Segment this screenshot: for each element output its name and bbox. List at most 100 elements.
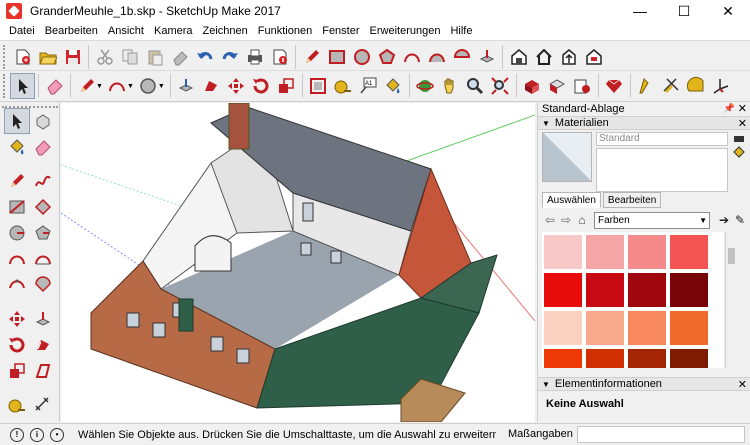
color-swatch[interactable] bbox=[544, 235, 582, 269]
geo-location-icon[interactable]: ! bbox=[10, 427, 24, 442]
orbit-tool-button[interactable] bbox=[413, 73, 438, 99]
paste-button[interactable] bbox=[142, 44, 167, 70]
warehouse-button[interactable] bbox=[506, 44, 531, 70]
color-swatch[interactable] bbox=[544, 349, 582, 368]
material-preview[interactable] bbox=[542, 132, 592, 182]
rotate-tool-button[interactable] bbox=[249, 73, 274, 99]
protractor-tool-button[interactable] bbox=[684, 73, 709, 99]
home-icon[interactable]: ⌂ bbox=[574, 213, 590, 227]
eraser-tool-button[interactable] bbox=[42, 73, 67, 99]
rectangle-tool-button[interactable] bbox=[324, 44, 349, 70]
offset-tool-button[interactable] bbox=[306, 73, 331, 99]
menu-datei[interactable]: Datei bbox=[4, 22, 40, 40]
collapse-triangle-icon[interactable]: ▼ bbox=[542, 380, 550, 389]
circle-tool-button[interactable] bbox=[349, 44, 374, 70]
minimize-button[interactable]: — bbox=[618, 0, 662, 22]
save-button[interactable] bbox=[60, 44, 85, 70]
model-info-button[interactable] bbox=[267, 44, 292, 70]
move-tool-button[interactable] bbox=[4, 306, 30, 332]
color-swatch[interactable] bbox=[628, 349, 666, 368]
push-pull-tool-button[interactable] bbox=[174, 73, 199, 99]
pan-tool-button[interactable] bbox=[438, 73, 463, 99]
menu-bearbeiten[interactable]: Bearbeiten bbox=[40, 22, 103, 40]
paint-bucket-tool-button[interactable] bbox=[381, 73, 406, 99]
scale-tool-button[interactable] bbox=[4, 358, 30, 384]
rectangle-tool-button[interactable] bbox=[4, 194, 30, 220]
pin-icon[interactable]: 📌 bbox=[724, 103, 735, 114]
color-swatch[interactable] bbox=[670, 235, 708, 269]
pie-tool-button[interactable] bbox=[30, 272, 56, 298]
warehouse-share-button[interactable] bbox=[531, 44, 556, 70]
menu-ansicht[interactable]: Ansicht bbox=[103, 22, 149, 40]
measurements-input[interactable] bbox=[577, 426, 745, 443]
menu-hilfe[interactable]: Hilfe bbox=[445, 22, 477, 40]
eraser-tool-button[interactable] bbox=[30, 134, 56, 160]
circle-tool-button[interactable] bbox=[4, 220, 30, 246]
sample-paint-icon[interactable]: ✎ bbox=[732, 213, 748, 227]
line-tool-button[interactable] bbox=[4, 168, 30, 194]
toolbar-grip[interactable] bbox=[3, 74, 7, 98]
menu-kamera[interactable]: Kamera bbox=[149, 22, 198, 40]
extension-manager-button[interactable] bbox=[545, 73, 570, 99]
scrollbar-thumb[interactable] bbox=[728, 248, 735, 264]
close-materials-button[interactable]: ✕ bbox=[738, 117, 747, 130]
axes-tool-button[interactable] bbox=[709, 73, 734, 99]
text-tool-button[interactable]: A1 bbox=[356, 73, 381, 99]
color-swatch[interactable] bbox=[628, 311, 666, 345]
material-name-field[interactable]: Standard bbox=[596, 132, 728, 146]
tape-measure-tool-button[interactable] bbox=[331, 73, 356, 99]
line-tool-button-2[interactable] bbox=[74, 73, 99, 99]
close-button[interactable]: ✕ bbox=[706, 0, 750, 22]
color-swatch[interactable] bbox=[670, 311, 708, 345]
arc-3pt-tool-button[interactable] bbox=[4, 272, 30, 298]
component-share-button[interactable] bbox=[556, 44, 581, 70]
library-select[interactable]: Farben ▼ bbox=[594, 211, 710, 229]
select-tool-button[interactable] bbox=[10, 73, 35, 99]
position-camera-button[interactable] bbox=[634, 73, 659, 99]
collapse-triangle-icon[interactable]: ▼ bbox=[542, 119, 550, 128]
maximize-button[interactable]: ☐ bbox=[662, 0, 706, 22]
swatch-scrollbar[interactable] bbox=[725, 232, 736, 368]
freehand-tool-button[interactable] bbox=[30, 168, 56, 194]
copy-button[interactable] bbox=[117, 44, 142, 70]
arc-2pt-tool-button[interactable] bbox=[30, 246, 56, 272]
menu-fenster[interactable]: Fenster bbox=[317, 22, 364, 40]
tape-measure-tool-button[interactable] bbox=[4, 392, 30, 418]
zoom-extents-button[interactable] bbox=[488, 73, 513, 99]
new-file-button[interactable] bbox=[10, 44, 35, 70]
toolbar-grip[interactable] bbox=[3, 44, 7, 69]
color-swatch[interactable] bbox=[586, 349, 624, 368]
dimension-tool-button[interactable] bbox=[30, 392, 56, 418]
cut-button[interactable] bbox=[92, 44, 117, 70]
undo-button[interactable] bbox=[192, 44, 217, 70]
line-tool-button[interactable] bbox=[299, 44, 324, 70]
paint-bucket-tool-button[interactable] bbox=[4, 134, 30, 160]
rotate-tool-button[interactable] bbox=[4, 332, 30, 358]
zoom-tool-button[interactable] bbox=[463, 73, 488, 99]
color-swatch[interactable] bbox=[586, 311, 624, 345]
menu-funktionen[interactable]: Funktionen bbox=[253, 22, 317, 40]
follow-me-tool-button[interactable] bbox=[199, 73, 224, 99]
3d-warehouse-button[interactable] bbox=[520, 73, 545, 99]
material-description-field[interactable] bbox=[596, 148, 728, 192]
entity-info-header[interactable]: ▼ Elementinformationen ✕ bbox=[538, 377, 750, 391]
arc-tool-button-2[interactable] bbox=[105, 73, 130, 99]
layout-button[interactable] bbox=[570, 73, 595, 99]
color-swatch[interactable] bbox=[544, 273, 582, 307]
color-swatch[interactable] bbox=[628, 273, 666, 307]
menu-zeichnen[interactable]: Zeichnen bbox=[198, 22, 253, 40]
delete-button[interactable] bbox=[167, 44, 192, 70]
push-pull-tool-button[interactable] bbox=[30, 306, 56, 332]
close-tray-button[interactable]: ✕ bbox=[738, 102, 747, 115]
shapes-tool-button[interactable] bbox=[136, 73, 161, 99]
pie-tool-button[interactable] bbox=[449, 44, 474, 70]
offset-tool-button[interactable] bbox=[30, 358, 56, 384]
move-tool-button[interactable] bbox=[224, 73, 249, 99]
follow-me-tool-button[interactable] bbox=[30, 332, 56, 358]
forward-arrow-icon[interactable]: ⇨ bbox=[558, 213, 574, 227]
tab-auswaehlen[interactable]: Auswählen bbox=[542, 192, 601, 208]
push-pull-button[interactable] bbox=[474, 44, 499, 70]
color-swatch[interactable] bbox=[586, 235, 624, 269]
redo-button[interactable] bbox=[217, 44, 242, 70]
info-icon[interactable]: i bbox=[30, 427, 44, 442]
